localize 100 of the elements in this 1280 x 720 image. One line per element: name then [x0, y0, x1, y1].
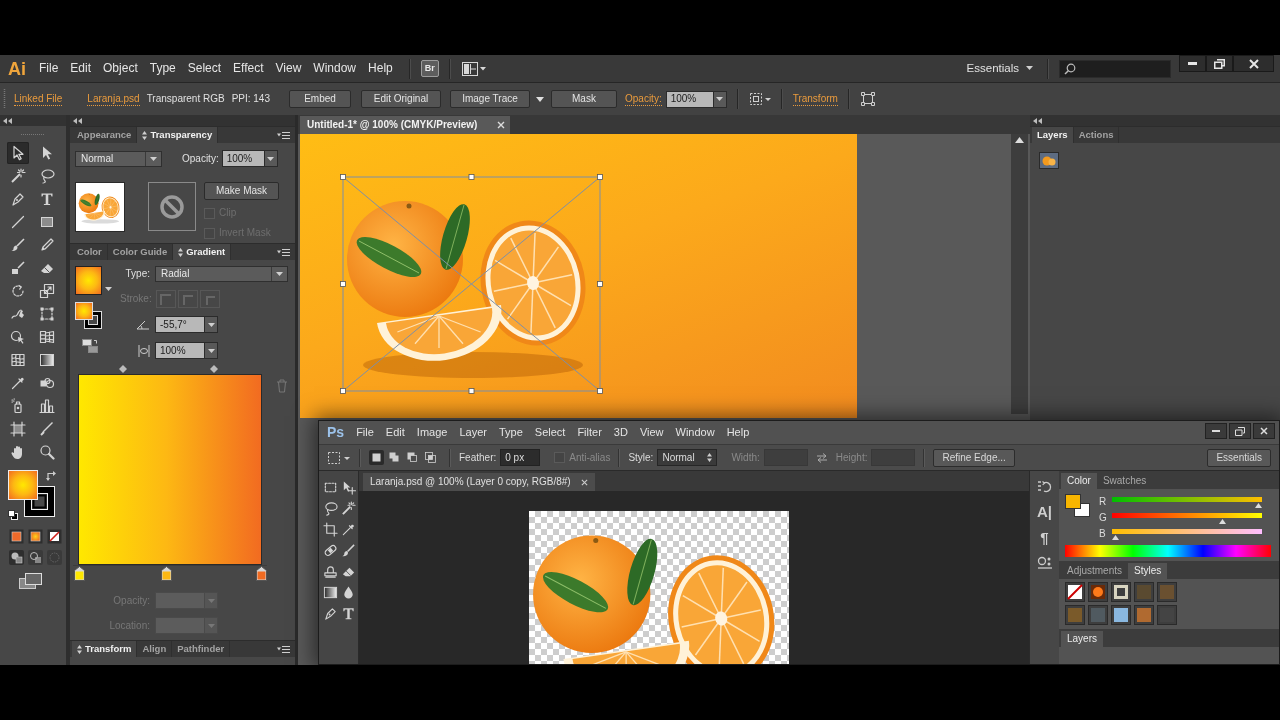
bounding-box-icon[interactable]: [859, 91, 876, 107]
linked-file-link[interactable]: Linked File: [14, 92, 63, 106]
panel-tab[interactable]: Swatches: [1096, 473, 1153, 489]
gradient-stop-thumb-icon[interactable]: [160, 566, 172, 581]
panel-tab[interactable]: Pathfinder: [172, 641, 231, 657]
make-mask-button[interactable]: Make Mask: [204, 182, 279, 200]
swap-arrows-icon[interactable]: [815, 452, 828, 463]
menu-item[interactable]: Layer: [453, 425, 493, 440]
menu-item[interactable]: File: [350, 425, 380, 440]
panel-tab[interactable]: Align: [137, 641, 173, 657]
menu-item[interactable]: Type: [492, 425, 529, 440]
dashed-square-icon[interactable]: [748, 92, 771, 106]
add-selection-icon[interactable]: [387, 450, 402, 465]
document-tab[interactable]: Laranja.psd @ 100% (Layer 0 copy, RGB/8#): [363, 473, 595, 491]
stamp-icon[interactable]: [322, 564, 338, 579]
screen-mode-icon[interactable]: [19, 573, 43, 589]
refine-edge-button[interactable]: Refine Edge...: [933, 448, 1015, 467]
swap-arrows-icon[interactable]: [46, 470, 58, 482]
panel-tab[interactable]: Color: [72, 244, 108, 260]
feather-field[interactable]: 0 px: [500, 449, 541, 466]
restore-button[interactable]: [1206, 55, 1233, 72]
gradient-stop-thumb-icon[interactable]: [255, 566, 267, 581]
menu-item[interactable]: Filter: [571, 425, 608, 440]
draw-normal-icon[interactable]: [9, 550, 24, 565]
panel-tab[interactable]: Transparency: [137, 127, 219, 143]
minimize-button[interactable]: [1179, 55, 1206, 72]
panel-tab[interactable]: Layers: [1032, 127, 1074, 143]
dashed-rectangle-icon[interactable]: [322, 480, 338, 495]
history-icon[interactable]: [1036, 479, 1053, 495]
menu-item[interactable]: Image: [410, 425, 454, 440]
style-swatch-icon[interactable]: [1065, 605, 1085, 625]
menu-item[interactable]: Window: [669, 425, 721, 440]
paintbrush-icon[interactable]: [340, 543, 356, 558]
lasso-icon[interactable]: [322, 501, 338, 516]
style-swatch-icon[interactable]: [1134, 582, 1154, 602]
panel-menu-icon[interactable]: [277, 131, 290, 139]
type-icon[interactable]: [340, 606, 356, 621]
vertical-scrollbar[interactable]: [1011, 134, 1028, 414]
color-swatches-icon[interactable]: [1065, 494, 1091, 518]
mask-button[interactable]: Mask: [551, 90, 617, 108]
panel-tab[interactable]: Layers: [1061, 631, 1103, 647]
close-icon[interactable]: [497, 121, 505, 129]
menu-item[interactable]: File: [33, 61, 65, 76]
restore-button[interactable]: [1229, 423, 1251, 439]
menu-item[interactable]: Window: [307, 61, 363, 76]
transform-link[interactable]: Transform: [792, 92, 838, 106]
slider-thumb-icon[interactable]: [1112, 534, 1119, 540]
panel-tab[interactable]: Adjustments: [1061, 563, 1129, 579]
minimize-button[interactable]: [1205, 423, 1227, 439]
reverse-gradient-icon[interactable]: [82, 339, 98, 353]
pen-nib-icon[interactable]: [322, 606, 338, 621]
character-panel-button[interactable]: A|: [1037, 503, 1052, 521]
panel-tab[interactable]: Transform: [72, 641, 138, 657]
style-swatch-icon[interactable]: [1088, 582, 1108, 602]
style-dropdown[interactable]: Normal: [657, 449, 718, 466]
file-name-link[interactable]: Laranja.psd: [87, 92, 140, 106]
menu-item[interactable]: Object: [97, 61, 144, 76]
workspace-button[interactable]: Essentials: [1207, 448, 1271, 467]
image-trace-button[interactable]: Image Trace: [450, 90, 530, 108]
panel-tab[interactable]: Actions: [1073, 127, 1120, 143]
panel-tab[interactable]: Styles: [1128, 563, 1168, 579]
menu-item[interactable]: Help: [362, 61, 399, 76]
layer-thumbnail-icon[interactable]: [1039, 152, 1059, 169]
menu-item[interactable]: Help: [720, 425, 756, 440]
menu-item[interactable]: Select: [181, 61, 228, 76]
gradient-stop-track[interactable]: [73, 565, 267, 581]
none-mode-icon[interactable]: [47, 529, 62, 544]
blend-mode-dropdown[interactable]: Normal: [75, 150, 162, 167]
eyedropper-icon[interactable]: [340, 522, 356, 537]
menu-item[interactable]: 3D: [607, 425, 634, 440]
edit-original-button[interactable]: Edit Original: [361, 90, 441, 108]
caret-icon[interactable]: [105, 286, 112, 291]
dropdown-arrow-icon[interactable]: [536, 96, 544, 102]
marquee-preset-icon[interactable]: [327, 450, 351, 465]
workspace-dropdown[interactable]: Essentials: [962, 61, 1037, 76]
document-tab[interactable]: Untitled-1* @ 100% (CMYK/Preview): [300, 116, 510, 134]
crop-icon[interactable]: [322, 522, 338, 537]
menu-item[interactable]: Effect: [227, 61, 270, 76]
fill-swatch-icon[interactable]: [8, 470, 38, 500]
gradient-stop-thumb-icon[interactable]: [73, 566, 85, 581]
collapse-icon[interactable]: [1033, 117, 1042, 124]
close-button[interactable]: [1253, 423, 1275, 439]
color-spectrum-bar[interactable]: [1065, 545, 1271, 557]
angle-field[interactable]: -55,7°: [155, 316, 218, 333]
embed-button[interactable]: Embed: [289, 90, 351, 108]
menu-item[interactable]: View: [269, 61, 308, 76]
color-mode-icon[interactable]: [9, 529, 24, 544]
menu-item[interactable]: Edit: [64, 61, 98, 76]
menu-item[interactable]: Type: [143, 61, 182, 76]
panel-tab[interactable]: Color: [1061, 473, 1097, 489]
gradient-icon[interactable]: [322, 585, 338, 600]
slider-thumb-icon[interactable]: [1219, 518, 1227, 524]
opacity-field[interactable]: 100%: [221, 150, 278, 167]
style-swatch-icon[interactable]: [1088, 605, 1108, 625]
magic-wand-icon[interactable]: [340, 501, 356, 516]
search-field[interactable]: [1059, 59, 1171, 78]
style-swatch-icon[interactable]: [1111, 582, 1131, 602]
menu-item[interactable]: Edit: [379, 425, 411, 440]
brush-presets-icon[interactable]: [1036, 555, 1053, 571]
bandage-icon[interactable]: [322, 543, 338, 558]
